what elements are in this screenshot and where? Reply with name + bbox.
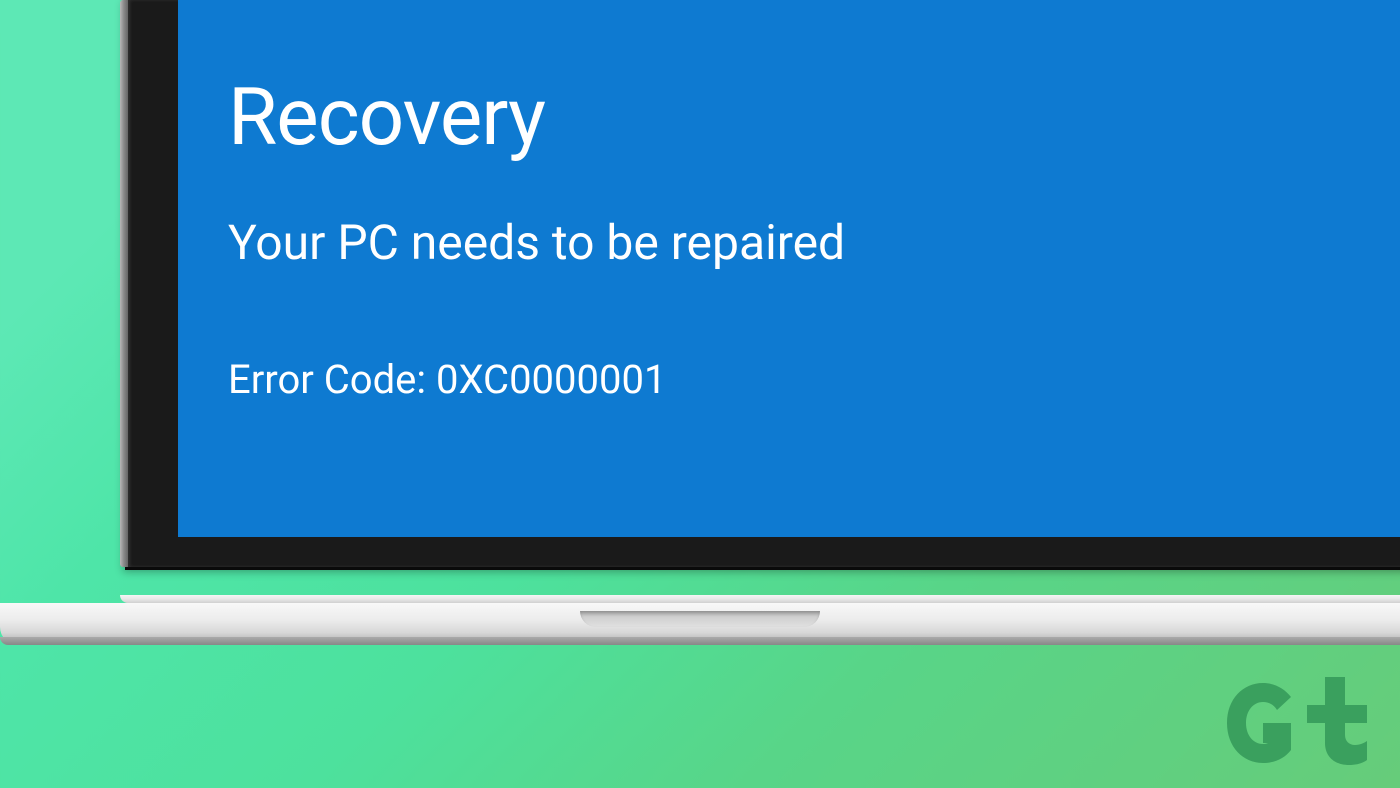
laptop-base-body (0, 603, 1400, 645)
laptop-base-edge (120, 595, 1400, 603)
recovery-subtitle: Your PC needs to be repaired (228, 214, 1400, 271)
recovery-title: Recovery (228, 70, 1400, 164)
laptop-notch (580, 611, 820, 627)
laptop-base (0, 595, 1400, 653)
laptop-bezel: Recovery Your PC needs to be repaired Er… (125, 0, 1400, 570)
brand-logo (1215, 675, 1370, 770)
recovery-screen: Recovery Your PC needs to be repaired Er… (178, 0, 1400, 537)
laptop-container: Recovery Your PC needs to be repaired Er… (125, 0, 1400, 570)
error-code-text: Error Code: 0XC0000001 (228, 356, 1400, 403)
